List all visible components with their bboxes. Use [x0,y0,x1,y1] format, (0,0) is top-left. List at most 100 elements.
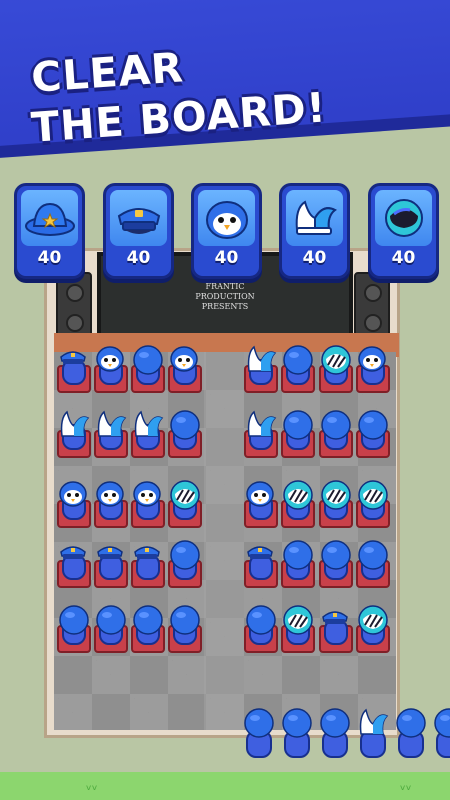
grass-strip [0,772,450,800]
blue-round-icon [282,410,314,444]
police-cap-icon [245,540,275,566]
striped-helmet-icon [320,480,352,514]
penguin-hat-icon [245,480,275,512]
striped-helmet-icon [282,480,314,514]
seated-guest[interactable] [318,410,354,458]
penguin-hat-icon [132,480,162,512]
police-cap-icon [132,540,162,566]
hat-count-helmet: 40 [391,248,416,268]
seated-guest[interactable] [56,345,92,393]
seated-guest[interactable] [243,540,279,588]
police-cap-icon [58,345,88,371]
blue-round-icon [95,605,127,639]
queued-guest[interactable] [240,708,278,760]
seated-guest[interactable] [355,345,391,393]
sheriff-hat-icon [21,190,78,246]
seated-guest[interactable] [167,540,203,588]
striped-helmet-icon [282,605,314,639]
seated-guest[interactable] [318,605,354,653]
seated-guest[interactable] [56,605,92,653]
seated-guest[interactable] [355,480,391,528]
hat-count-sheriff: 40 [37,248,62,268]
blue-round-icon [245,605,277,639]
blue-round-icon [58,605,90,639]
seated-guest[interactable] [280,345,316,393]
queued-guest[interactable] [392,708,430,760]
seated-guest[interactable] [56,480,92,528]
blue-round-icon [319,708,351,742]
penguin-hat-icon [95,480,125,512]
hat-card-helmet[interactable]: 40 [368,183,439,279]
seated-guest[interactable] [93,345,129,393]
seated-guest[interactable] [167,410,203,458]
seated-guest[interactable] [130,345,166,393]
seated-guest[interactable] [243,480,279,528]
seated-guest[interactable] [318,480,354,528]
blue-round-icon [132,605,164,639]
hat-count-police: 40 [126,248,151,268]
blue-round-icon [433,708,450,742]
jester-hat-icon [245,345,277,379]
striped-helmet-icon [357,480,389,514]
seated-guest[interactable] [280,605,316,653]
seated-guest[interactable] [280,540,316,588]
center-aisle [204,352,244,730]
screen-text-line1: FRANTIC [205,282,245,291]
seated-guest[interactable] [167,345,203,393]
blue-round-icon [243,708,275,742]
hat-card-police[interactable]: 40 [103,183,174,279]
hat-card-jester[interactable]: 40 [279,183,350,279]
penguin-hat-icon [169,345,199,377]
jester-hat-icon [286,190,343,246]
seated-guest[interactable] [280,480,316,528]
striped-helmet-icon [320,345,352,379]
seated-guest[interactable] [93,605,129,653]
seated-guest[interactable] [280,410,316,458]
jester-hat-icon [245,410,277,444]
seated-guest[interactable] [243,345,279,393]
queued-guest[interactable] [430,708,450,760]
grass-tuft-icon: ᵥᵥ [400,778,412,794]
blue-round-icon [282,540,314,574]
seated-guest[interactable] [93,480,129,528]
seated-guest[interactable] [167,480,203,528]
jester-hat-icon [357,708,389,742]
police-cap-icon [320,605,350,631]
seated-guest[interactable] [56,410,92,458]
seated-guest[interactable] [355,540,391,588]
blue-round-icon [132,345,164,379]
seated-guest[interactable] [56,540,92,588]
seated-guest[interactable] [130,540,166,588]
queued-guest[interactable] [278,708,316,760]
police-cap-icon [58,540,88,566]
striped-helmet-icon [169,480,201,514]
seated-guest[interactable] [318,540,354,588]
jester-hat-icon [95,410,127,444]
seated-guest[interactable] [167,605,203,653]
jester-hat-icon [58,410,90,444]
police-cap-icon [110,190,167,246]
hat-count-penguin: 40 [214,248,239,268]
blue-round-icon [357,410,389,444]
hat-card-sheriff[interactable]: 40 [14,183,85,279]
seated-guest[interactable] [130,410,166,458]
seated-guest[interactable] [243,410,279,458]
seated-guest[interactable] [355,605,391,653]
jester-hat-icon [132,410,164,444]
blue-round-icon [395,708,427,742]
penguin-hat-icon [357,345,387,377]
hat-card-penguin[interactable]: 40 [191,183,262,279]
seated-guest[interactable] [93,410,129,458]
seated-guest[interactable] [355,410,391,458]
seated-guest[interactable] [93,540,129,588]
seated-guest[interactable] [130,605,166,653]
queued-guest[interactable] [354,708,392,760]
blue-round-icon [320,410,352,444]
seated-guest[interactable] [243,605,279,653]
penguin-hat-icon [58,480,88,512]
hat-count-jester: 40 [302,248,327,268]
seated-guest[interactable] [318,345,354,393]
seated-guest[interactable] [130,480,166,528]
queued-guest[interactable] [316,708,354,760]
blue-round-icon [282,345,314,379]
